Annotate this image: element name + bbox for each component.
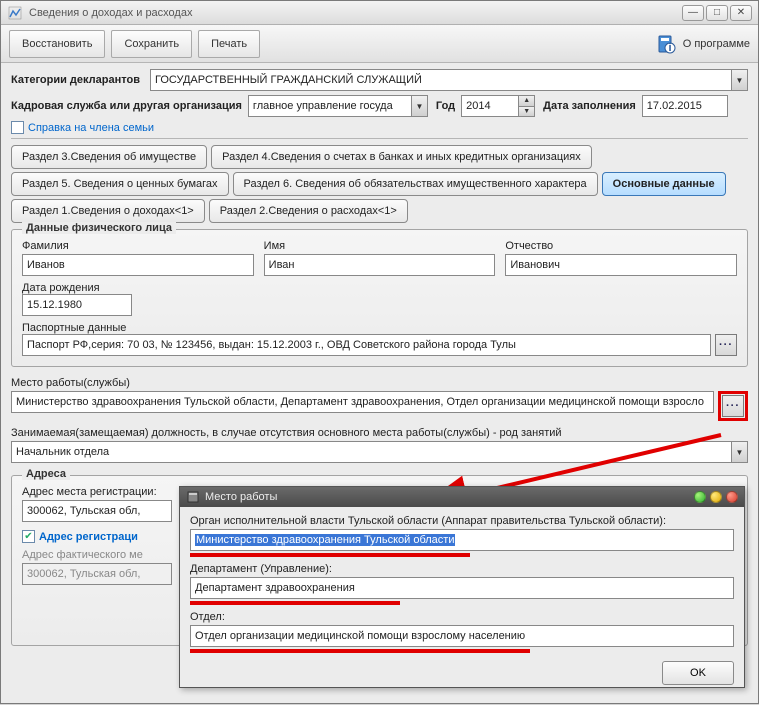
restore-button[interactable]: Восстановить (9, 30, 105, 58)
toolbar: Восстановить Сохранить Печать i О програ… (1, 25, 758, 63)
tab-section1[interactable]: Раздел 1.Сведения о доходах<1> (11, 199, 205, 223)
lastname-input[interactable]: Иванов (22, 254, 254, 276)
titlebar: Сведения о доходах и расходах — □ ✕ (1, 1, 758, 25)
about-label: О программе (683, 38, 750, 50)
patronym-label: Отчество (505, 240, 731, 252)
workplace-input[interactable]: Министерство здравоохранения Тульской об… (11, 391, 714, 413)
dob-value: 15.12.1980 (27, 299, 82, 311)
organ-label: Орган исполнительной власти Тульской обл… (190, 515, 666, 527)
annotation-underline (190, 601, 400, 605)
about-button[interactable]: i О программе (655, 33, 750, 55)
reg-addr-value: 300062, Тульская обл, (27, 505, 140, 517)
year-label: Год (436, 100, 455, 112)
workplace-ellipsis-button[interactable]: ··· (722, 395, 744, 417)
org-select[interactable]: главное управление госуда ▼ (248, 95, 428, 117)
info-icon: i (655, 33, 677, 55)
dept-label: Департамент (Управление): (190, 563, 728, 575)
workplace-label: Место работы(службы) (11, 377, 130, 389)
minimize-button[interactable]: — (682, 5, 704, 21)
reg-addr-label: Адрес места регистрации: (22, 486, 157, 498)
org-label: Кадровая служба или другая организация (11, 100, 242, 112)
firstname-input[interactable]: Иван (264, 254, 496, 276)
dept-value: Департамент здравоохранения (195, 582, 355, 594)
tab-strip: Раздел 3.Сведения об имуществе Раздел 4.… (11, 145, 748, 223)
tab-section4[interactable]: Раздел 4.Сведения о счетах в банках и ин… (211, 145, 592, 169)
ok-button[interactable]: OK (662, 661, 734, 685)
app-icon (7, 5, 23, 21)
otdel-input[interactable]: Отдел организации медицинской помощи взр… (190, 625, 734, 647)
categories-select[interactable]: ГОСУДАРСТВЕННЫЙ ГРАЖДАНСКИЙ СЛУЖАЩИЙ ▼ (150, 69, 748, 91)
fact-addr-label: Адрес фактического ме (22, 549, 143, 561)
workplace-value: Министерство здравоохранения Тульской об… (16, 396, 704, 408)
dropdown-icon: ▼ (411, 96, 427, 116)
dialog-titlebar: Место работы (180, 487, 744, 507)
position-select[interactable]: Начальник отдела ▼ (11, 441, 748, 463)
family-checkbox[interactable] (11, 121, 24, 134)
tab-section5[interactable]: Раздел 5. Сведения о ценных бумагах (11, 172, 229, 196)
dialog-title: Место работы (205, 491, 277, 503)
fill-date-input[interactable]: 17.02.2015 (642, 95, 728, 117)
dialog-icon (186, 490, 200, 504)
family-ref-link[interactable]: Справка на члена семьи (28, 122, 154, 134)
main-window: Сведения о доходах и расходах — □ ✕ Восс… (0, 0, 759, 704)
organ-value: Министерство здравоохранения Тульской об… (195, 534, 455, 546)
svg-text:i: i (668, 42, 671, 54)
year-input[interactable]: 2014 ▲▼ (461, 95, 535, 117)
reg-addr-input[interactable]: 300062, Тульская обл, (22, 500, 172, 522)
categories-label: Категории декларантов (11, 74, 140, 86)
dropdown-icon: ▼ (731, 70, 747, 90)
fill-date-label: Дата заполнения (543, 100, 636, 112)
organ-input[interactable]: Министерство здравоохранения Тульской об… (190, 529, 734, 551)
same-addr-checkbox[interactable] (22, 530, 35, 543)
lastname-label: Фамилия (22, 240, 248, 252)
passport-input[interactable]: Паспорт РФ,серия: 70 03, № 123456, выдан… (22, 334, 711, 356)
close-button[interactable]: ✕ (730, 5, 752, 21)
dropdown-icon: ▼ (731, 442, 747, 462)
dialog-close-button[interactable] (726, 491, 738, 503)
same-addr-label[interactable]: Адрес регистраци (39, 531, 138, 543)
passport-value: Паспорт РФ,серия: 70 03, № 123456, выдан… (27, 339, 516, 351)
tab-section2[interactable]: Раздел 2.Сведения о расходах<1> (209, 199, 408, 223)
fact-addr-input: 300062, Тульская обл, (22, 563, 172, 585)
dob-label: Дата рождения (22, 282, 100, 294)
tab-main-data[interactable]: Основные данные (602, 172, 726, 196)
workplace-ellipsis-highlight: ··· (718, 391, 748, 421)
fact-addr-value: 300062, Тульская обл, (27, 568, 140, 580)
position-label: Занимаемая(замещаемая) должность, в случ… (11, 427, 562, 439)
annotation-underline (190, 649, 530, 653)
firstname-value: Иван (269, 259, 295, 271)
patronym-input[interactable]: Иванович (505, 254, 737, 276)
tab-section6[interactable]: Раздел 6. Сведения об обязательствах иму… (233, 172, 598, 196)
maximize-button[interactable]: □ (706, 5, 728, 21)
passport-label: Паспортные данные (22, 322, 126, 334)
dialog-zoom-button[interactable] (694, 491, 706, 503)
otdel-value: Отдел организации медицинской помощи взр… (195, 630, 525, 642)
categories-value: ГОСУДАРСТВЕННЫЙ ГРАЖДАНСКИЙ СЛУЖАЩИЙ (155, 74, 422, 86)
addresses-group-title: Адреса (22, 468, 70, 480)
print-button[interactable]: Печать (198, 30, 260, 58)
year-spinner[interactable]: ▲▼ (518, 96, 534, 116)
patronym-value: Иванович (510, 259, 560, 271)
passport-ellipsis-button[interactable]: ··· (715, 334, 737, 356)
person-group: Данные физического лица Фамилия Иванов И… (11, 229, 748, 367)
otdel-label: Отдел: (190, 611, 728, 623)
lastname-value: Иванов (27, 259, 65, 271)
fill-date-value: 17.02.2015 (647, 100, 702, 112)
tab-section3[interactable]: Раздел 3.Сведения об имуществе (11, 145, 207, 169)
annotation-underline (190, 553, 470, 557)
firstname-label: Имя (264, 240, 490, 252)
save-button[interactable]: Сохранить (111, 30, 192, 58)
person-group-title: Данные физического лица (22, 222, 176, 234)
org-value: главное управление госуда (253, 100, 393, 112)
dob-input[interactable]: 15.12.1980 (22, 294, 132, 316)
dept-input[interactable]: Департамент здравоохранения (190, 577, 734, 599)
workplace-dialog: Место работы Орган исполнительной власти… (179, 486, 745, 688)
dialog-min-button[interactable] (710, 491, 722, 503)
position-value: Начальник отдела (16, 446, 109, 458)
year-value: 2014 (466, 100, 506, 112)
window-title: Сведения о доходах и расходах (29, 7, 680, 19)
